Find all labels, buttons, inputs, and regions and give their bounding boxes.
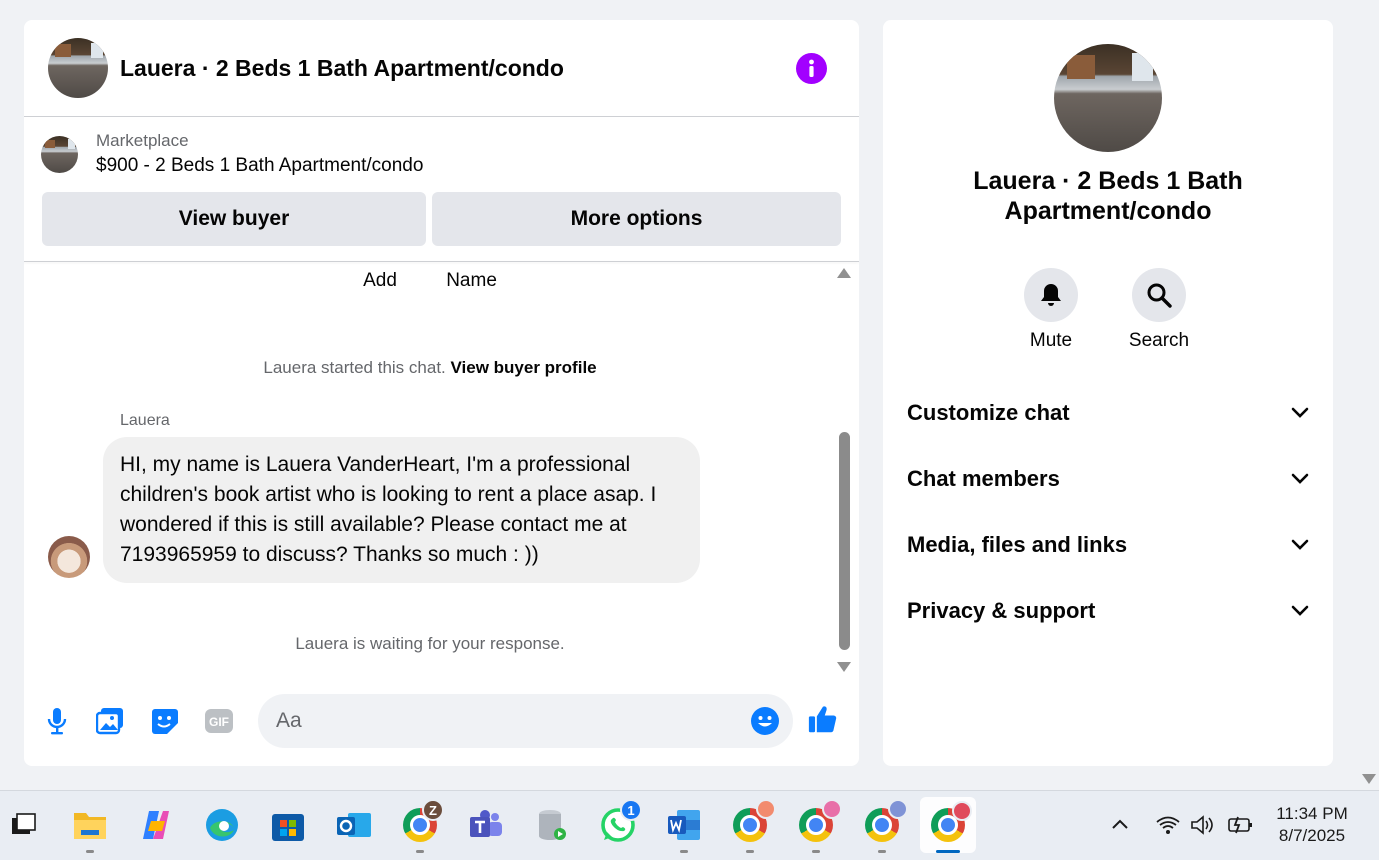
message-bubble[interactable]: HI, my name is Lauera VanderHeart, I'm a… xyxy=(103,437,700,583)
search-label: Search xyxy=(1128,330,1190,351)
profile-avatar-icon xyxy=(756,799,776,819)
chevron-down-icon xyxy=(1291,473,1309,484)
media-files-links-label: Media, files and links xyxy=(907,532,1128,557)
clock-date: 8/7/2025 xyxy=(1278,826,1346,845)
view-buyer-button[interactable]: View buyer xyxy=(42,192,426,246)
chevron-down-icon xyxy=(1291,605,1309,616)
volume-icon[interactable] xyxy=(1190,815,1216,840)
chrome-profile-1-icon[interactable] xyxy=(730,799,776,853)
name-label: Name xyxy=(446,270,497,291)
add-label: Add xyxy=(363,270,397,291)
details-avatar[interactable] xyxy=(1054,44,1162,152)
listing-thumbnail xyxy=(41,136,78,173)
customize-chat-section[interactable]: Customize chat xyxy=(883,387,1333,439)
edge-icon[interactable] xyxy=(202,805,242,845)
privacy-support-label: Privacy & support xyxy=(907,598,1096,623)
scroll-thumb[interactable] xyxy=(839,432,850,650)
whatsapp-unread-badge: 1 xyxy=(620,799,642,821)
chat-started-notice: Lauera started this chat. View buyer pro… xyxy=(24,358,836,378)
started-text: Lauera started this chat. xyxy=(263,358,446,377)
battery-icon[interactable] xyxy=(1226,815,1254,840)
gif-icon[interactable]: GIF xyxy=(204,706,234,736)
task-view-icon[interactable] xyxy=(4,805,44,845)
microsoft-store-icon[interactable] xyxy=(268,805,308,845)
details-title: Lauera · 2 Beds 1 Bath Apartment/condo xyxy=(973,167,1243,225)
chevron-down-icon xyxy=(1291,539,1309,550)
copilot-icon[interactable] xyxy=(136,805,176,845)
wifi-icon[interactable] xyxy=(1155,815,1181,840)
view-buyer-profile-link[interactable]: View buyer profile xyxy=(451,358,597,377)
more-options-button[interactable]: More options xyxy=(432,192,841,246)
message-scrollbar[interactable] xyxy=(837,268,851,672)
details-panel: Lauera · 2 Beds 1 Bath Apartment/condo M… xyxy=(883,20,1333,766)
chrome-profile-3-icon[interactable] xyxy=(862,799,908,853)
marketplace-listing[interactable]: Marketplace $900 - 2 Beds 1 Bath Apartme… xyxy=(24,117,859,192)
microphone-icon[interactable] xyxy=(42,706,72,736)
system-clock[interactable]: 11:34 PM 8/7/2025 xyxy=(1262,803,1362,847)
thumbs-up-icon[interactable] xyxy=(808,704,838,734)
marketplace-label: Marketplace xyxy=(96,130,189,150)
listing-avatar[interactable] xyxy=(48,38,108,98)
scroll-up-arrow[interactable] xyxy=(837,268,851,278)
sender-avatar[interactable] xyxy=(48,536,90,578)
page-scrollbar[interactable] xyxy=(1357,0,1379,790)
media-files-links-section[interactable]: Media, files and links xyxy=(883,519,1333,571)
scroll-down-arrow[interactable] xyxy=(837,662,851,672)
chevron-down-icon xyxy=(1291,407,1309,418)
chat-header: Lauera · 2 Beds 1 Bath Apartment/condo xyxy=(24,20,859,117)
profile-avatar-icon xyxy=(822,799,842,819)
profile-avatar-icon xyxy=(952,801,972,821)
file-explorer-icon[interactable] xyxy=(70,805,110,853)
message-input[interactable] xyxy=(258,694,793,748)
teams-icon[interactable] xyxy=(466,805,506,845)
sender-name: Lauera xyxy=(120,412,170,429)
message-list: Add Name Lauera started this chat. View … xyxy=(24,262,859,680)
chrome-profile-2-icon[interactable] xyxy=(796,799,842,853)
chat-members-label: Chat members xyxy=(907,466,1060,491)
privacy-support-section[interactable]: Privacy & support xyxy=(883,585,1333,637)
chat-members-section[interactable]: Chat members xyxy=(883,453,1333,505)
emoji-icon[interactable] xyxy=(750,706,780,736)
gif-label: GIF xyxy=(209,715,229,729)
bell-icon[interactable] xyxy=(1024,268,1078,322)
sticker-icon[interactable] xyxy=(150,706,180,736)
search-icon[interactable] xyxy=(1132,268,1186,322)
clock-time: 11:34 PM xyxy=(1276,804,1348,823)
mute-button[interactable]: Mute xyxy=(1011,268,1091,352)
database-app-icon[interactable] xyxy=(532,805,572,845)
listing-price-title: $900 - 2 Beds 1 Bath Apartment/condo xyxy=(96,154,424,176)
taskbar: Z 1 11:34 PM 8/7/2025 xyxy=(0,790,1379,860)
customize-chat-label: Customize chat xyxy=(907,400,1070,425)
chrome-profile-4-icon[interactable] xyxy=(920,797,976,853)
word-icon[interactable] xyxy=(664,805,704,853)
info-icon[interactable] xyxy=(796,53,827,84)
chat-title[interactable]: Lauera · 2 Beds 1 Bath Apartment/condo xyxy=(120,55,564,82)
chrome-profile-badge: Z xyxy=(422,799,444,821)
add-name-row: Add Name xyxy=(24,270,836,292)
chrome-profile-z-icon[interactable]: Z xyxy=(400,799,444,853)
search-button[interactable]: Search xyxy=(1119,268,1199,352)
outlook-icon[interactable] xyxy=(334,805,374,845)
composer: GIF xyxy=(24,692,859,748)
mute-label: Mute xyxy=(1029,330,1073,351)
profile-avatar-icon xyxy=(888,799,908,819)
waiting-notice: Lauera is waiting for your response. xyxy=(295,634,565,653)
chevron-up-icon[interactable] xyxy=(1110,815,1130,836)
chat-panel: Lauera · 2 Beds 1 Bath Apartment/condo M… xyxy=(24,20,859,766)
whatsapp-icon[interactable]: 1 xyxy=(598,799,642,845)
photo-icon[interactable] xyxy=(96,706,126,736)
page-scroll-down-arrow[interactable] xyxy=(1362,774,1376,784)
